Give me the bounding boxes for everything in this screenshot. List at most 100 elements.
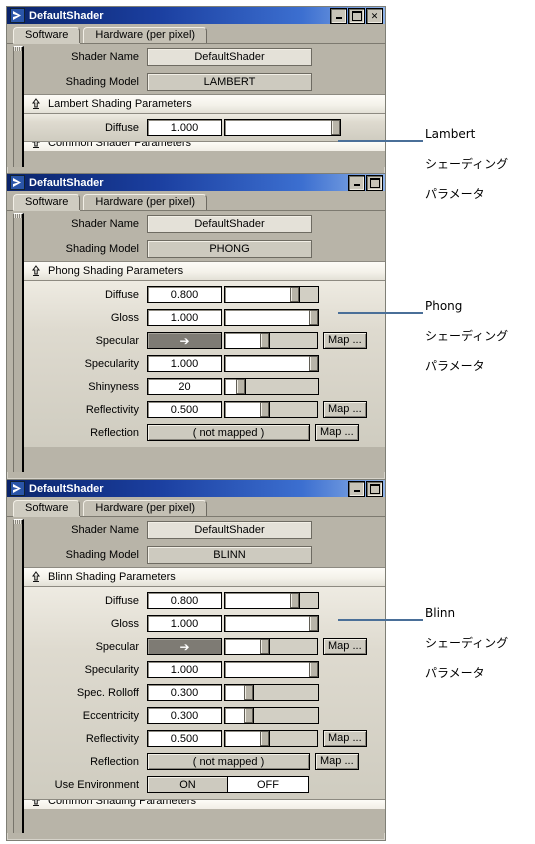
gutter-grip[interactable] — [14, 214, 22, 218]
maximize-button[interactable] — [366, 174, 383, 191]
shader-name-field[interactable]: DefaultShader — [147, 47, 312, 66]
tab-hardware-per-pixel[interactable]: Hardware (per pixel) — [83, 194, 208, 210]
diffuse-value[interactable]: 0.800 — [147, 286, 222, 303]
specular-color-swatch[interactable]: ➔ — [147, 332, 222, 349]
section-header-lambert[interactable]: Lambert Shading Parameters — [24, 94, 385, 114]
shinyness-slider[interactable] — [224, 378, 246, 395]
diffuse-slider-knob[interactable] — [290, 593, 299, 608]
tab-software[interactable]: Software — [13, 194, 81, 210]
spec-rolloff-slider-knob[interactable] — [244, 685, 253, 700]
gutter-grip[interactable] — [14, 47, 22, 51]
window-phong[interactable]: DefaultShader Software Hardware (per pix… — [6, 173, 386, 480]
specular-map-button[interactable]: Map ... — [323, 332, 367, 349]
window-lambert[interactable]: DefaultShader ✕ Software Hardware (per p… — [6, 6, 386, 176]
tab-software[interactable]: Software — [13, 500, 81, 516]
shinyness-track-rest[interactable] — [246, 378, 319, 395]
shader-name-field[interactable]: DefaultShader — [147, 520, 312, 539]
collapse-arrow-icon[interactable] — [30, 800, 42, 807]
specular-map-button[interactable]: Map ... — [323, 638, 367, 655]
collapse-arrow-icon[interactable] — [30, 98, 42, 110]
titlebar-phong[interactable]: DefaultShader — [7, 174, 385, 191]
reflectivity-slider-knob[interactable] — [260, 731, 269, 746]
titlebar-lambert[interactable]: DefaultShader ✕ — [7, 7, 385, 24]
reflection-map-button[interactable]: Map ... — [315, 424, 359, 441]
spec-rolloff-slider[interactable] — [224, 684, 254, 701]
reflectivity-slider-knob[interactable] — [260, 402, 269, 417]
tab-hardware-per-pixel[interactable]: Hardware (per pixel) — [83, 500, 208, 516]
section-header-phong[interactable]: Phong Shading Parameters — [24, 261, 385, 281]
tabstrip-blinn[interactable]: Software Hardware (per pixel) — [7, 497, 385, 517]
reflection-map-field[interactable]: ( not mapped ) — [147, 424, 310, 441]
shading-model-field[interactable]: PHONG — [147, 239, 312, 258]
window-controls[interactable] — [348, 480, 383, 497]
gloss-value[interactable]: 1.000 — [147, 615, 222, 632]
cut-section-common[interactable]: Common Shading Parameters — [24, 799, 385, 809]
reflectivity-value[interactable]: 0.500 — [147, 730, 222, 747]
spec-rolloff-value[interactable]: 0.300 — [147, 684, 222, 701]
collapse-arrow-icon[interactable] — [30, 571, 42, 583]
reflectivity-map-button[interactable]: Map ... — [323, 730, 367, 747]
gutter-grip[interactable] — [14, 520, 22, 524]
window-controls[interactable] — [348, 174, 383, 191]
tabstrip-lambert[interactable]: Software Hardware (per pixel) — [7, 24, 385, 44]
gloss-slider[interactable] — [224, 309, 319, 326]
specularity-value[interactable]: 1.000 — [147, 355, 222, 372]
use-environment-off-option[interactable]: OFF — [228, 776, 309, 793]
reflection-map-button[interactable]: Map ... — [315, 753, 359, 770]
scroll-gutter[interactable] — [13, 46, 24, 167]
specular-track-rest[interactable] — [270, 638, 318, 655]
reflectivity-slider[interactable] — [224, 401, 270, 418]
gloss-value[interactable]: 1.000 — [147, 309, 222, 326]
tabstrip-phong[interactable]: Software Hardware (per pixel) — [7, 191, 385, 211]
tab-software[interactable]: Software — [13, 27, 81, 43]
diffuse-slider[interactable] — [224, 119, 341, 136]
tab-hardware-per-pixel[interactable]: Hardware (per pixel) — [83, 27, 208, 43]
collapse-arrow-icon[interactable] — [30, 265, 42, 277]
diffuse-track-rest[interactable] — [300, 286, 319, 303]
spec-rolloff-track-rest[interactable] — [254, 684, 319, 701]
close-icon[interactable]: ✕ — [366, 7, 383, 24]
diffuse-slider[interactable] — [224, 592, 300, 609]
minimize-button[interactable] — [348, 174, 365, 191]
reflectivity-map-button[interactable]: Map ... — [323, 401, 367, 418]
specular-slider[interactable] — [224, 332, 270, 349]
use-environment-toggle[interactable]: ON OFF — [147, 776, 309, 793]
window-controls[interactable]: ✕ — [330, 7, 383, 24]
specular-slider-knob[interactable] — [260, 333, 269, 348]
reflectivity-track-rest[interactable] — [270, 730, 318, 747]
shading-model-field[interactable]: BLINN — [147, 545, 312, 564]
eccentricity-track-rest[interactable] — [254, 707, 319, 724]
shading-model-field[interactable]: LAMBERT — [147, 72, 312, 91]
diffuse-slider-knob[interactable] — [331, 120, 340, 135]
specular-color-swatch[interactable]: ➔ — [147, 638, 222, 655]
shader-name-field[interactable]: DefaultShader — [147, 214, 312, 233]
diffuse-slider[interactable] — [224, 286, 300, 303]
diffuse-slider-knob[interactable] — [290, 287, 299, 302]
titlebar-blinn[interactable]: DefaultShader — [7, 480, 385, 497]
diffuse-value[interactable]: 1.000 — [147, 119, 222, 136]
maximize-button[interactable] — [366, 480, 383, 497]
maximize-button[interactable] — [348, 7, 365, 24]
section-header-blinn[interactable]: Blinn Shading Parameters — [24, 567, 385, 587]
specularity-slider[interactable] — [224, 661, 319, 678]
window-blinn[interactable]: DefaultShader Software Hardware (per pix… — [6, 479, 386, 841]
diffuse-track-rest[interactable] — [300, 592, 319, 609]
use-environment-on-option[interactable]: ON — [147, 776, 228, 793]
eccentricity-value[interactable]: 0.300 — [147, 707, 222, 724]
shinyness-value[interactable]: 20 — [147, 378, 222, 395]
cut-section-common[interactable]: Common Shader Parameters — [24, 141, 385, 151]
specular-slider-knob[interactable] — [260, 639, 269, 654]
specular-slider[interactable] — [224, 638, 270, 655]
minimize-button[interactable] — [330, 7, 347, 24]
shinyness-slider-knob[interactable] — [236, 379, 245, 394]
specular-track-rest[interactable] — [270, 332, 318, 349]
specularity-slider[interactable] — [224, 355, 319, 372]
reflectivity-value[interactable]: 0.500 — [147, 401, 222, 418]
eccentricity-slider[interactable] — [224, 707, 254, 724]
eccentricity-slider-knob[interactable] — [244, 708, 253, 723]
gloss-slider-knob[interactable] — [309, 310, 318, 325]
reflectivity-track-rest[interactable] — [270, 401, 318, 418]
minimize-button[interactable] — [348, 480, 365, 497]
gloss-slider[interactable] — [224, 615, 319, 632]
scroll-gutter[interactable] — [13, 213, 24, 472]
